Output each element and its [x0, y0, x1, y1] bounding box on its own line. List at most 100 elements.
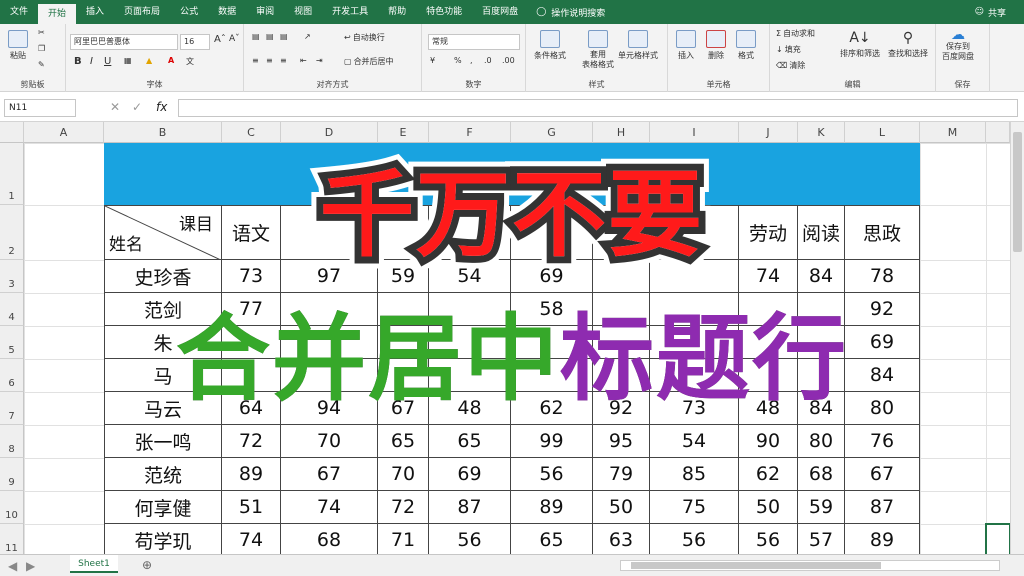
horizontal-scroll-thumb[interactable]: [631, 562, 881, 569]
tab-4[interactable]: 公式: [170, 0, 208, 24]
fill-button[interactable]: ↓ 填充: [776, 44, 801, 55]
score-cell[interactable]: 56: [739, 524, 798, 554]
sheet-tab[interactable]: Sheet1: [70, 555, 118, 573]
format-painter-icon[interactable]: ✎: [38, 60, 45, 69]
tell-me-search[interactable]: ◯ 操作说明搜索: [536, 6, 605, 19]
add-sheet-icon[interactable]: ⊕: [142, 558, 152, 572]
column-header[interactable]: J: [739, 122, 798, 143]
conditional-format-button[interactable]: 条件格式: [534, 30, 566, 61]
score-cell[interactable]: 56: [650, 524, 739, 554]
copy-icon[interactable]: ❐: [38, 44, 45, 53]
column-header[interactable]: M: [920, 122, 986, 143]
score-cell[interactable]: 72: [222, 425, 281, 458]
italic-button[interactable]: I: [90, 56, 93, 67]
number-format-select[interactable]: 常规: [428, 34, 520, 50]
score-cell[interactable]: 79: [593, 458, 650, 491]
increase-indent-icon[interactable]: ⇥: [316, 56, 323, 65]
align-bottom-icon[interactable]: ▤: [280, 32, 288, 41]
score-cell[interactable]: 87: [845, 491, 920, 524]
autosum-button[interactable]: Σ 自动求和: [776, 28, 815, 39]
name-cell[interactable]: 何享健: [104, 491, 222, 524]
column-header[interactable]: F: [429, 122, 511, 143]
active-cell-n11[interactable]: [985, 523, 1010, 554]
confirm-icon[interactable]: ✓: [132, 100, 142, 114]
underline-button[interactable]: U: [104, 56, 111, 67]
shrink-font-icon[interactable]: Aˇ: [229, 34, 240, 44]
fill-color-icon[interactable]: ▲: [146, 56, 152, 65]
font-name-select[interactable]: 阿里巴巴普惠体: [70, 34, 178, 50]
column-header[interactable]: K: [798, 122, 845, 143]
bold-button[interactable]: B: [74, 56, 82, 67]
score-cell[interactable]: 50: [593, 491, 650, 524]
save-baidu-button[interactable]: ☁ 保存到 百度网盘: [942, 28, 974, 62]
score-cell[interactable]: 89: [845, 524, 920, 554]
find-select-button[interactable]: ⚲ 查找和选择: [888, 30, 928, 59]
decrease-decimal-icon[interactable]: .00: [502, 56, 515, 65]
font-size-select[interactable]: 16: [180, 34, 210, 50]
column-header[interactable]: B: [104, 122, 222, 143]
score-cell[interactable]: 90: [739, 425, 798, 458]
delete-cells-button[interactable]: 删除: [706, 30, 726, 61]
tab-11[interactable]: 百度网盘: [472, 0, 528, 24]
score-cell[interactable]: 70: [281, 425, 378, 458]
column-header[interactable]: H: [593, 122, 650, 143]
tab-0[interactable]: 文件: [0, 0, 38, 24]
name-cell[interactable]: 张一鸣: [104, 425, 222, 458]
tab-2[interactable]: 插入: [76, 0, 114, 24]
cell-styles-button[interactable]: 单元格样式: [618, 30, 658, 61]
score-cell[interactable]: 68: [798, 458, 845, 491]
tab-3[interactable]: 页面布局: [114, 0, 170, 24]
score-cell[interactable]: 89: [222, 458, 281, 491]
cancel-icon[interactable]: ✕: [110, 100, 120, 114]
score-cell[interactable]: 89: [511, 491, 593, 524]
column-header[interactable]: G: [511, 122, 593, 143]
orientation-icon[interactable]: ↗: [304, 32, 311, 41]
paste-button[interactable]: 粘贴: [8, 30, 28, 61]
tab-7[interactable]: 视图: [284, 0, 322, 24]
score-cell[interactable]: 74: [281, 491, 378, 524]
insert-cells-button[interactable]: 插入: [676, 30, 696, 61]
clear-button[interactable]: ⌫ 清除: [776, 60, 805, 71]
score-cell[interactable]: 99: [511, 425, 593, 458]
format-as-table-button[interactable]: 套用 表格格式: [582, 30, 614, 70]
score-cell[interactable]: 68: [281, 524, 378, 554]
column-header[interactable]: E: [378, 122, 429, 143]
score-cell[interactable]: 56: [429, 524, 511, 554]
score-cell[interactable]: 70: [378, 458, 429, 491]
comma-icon[interactable]: ,: [470, 56, 473, 65]
tab-6[interactable]: 审阅: [246, 0, 284, 24]
wrap-text-button[interactable]: ↩ 自动换行: [344, 32, 385, 43]
column-header[interactable]: I: [650, 122, 739, 143]
align-top-icon[interactable]: ▤: [252, 32, 260, 41]
name-cell[interactable]: 范统: [104, 458, 222, 491]
column-header-next[interactable]: [986, 122, 1010, 143]
next-sheet-icon[interactable]: ▶: [26, 559, 35, 573]
row-header[interactable]: 11: [0, 524, 24, 554]
tab-5[interactable]: 数据: [208, 0, 246, 24]
score-cell[interactable]: 72: [378, 491, 429, 524]
phonetic-icon[interactable]: 文: [186, 56, 194, 67]
column-header[interactable]: C: [222, 122, 281, 143]
cut-icon[interactable]: ✂: [38, 28, 45, 37]
score-cell[interactable]: 75: [650, 491, 739, 524]
horizontal-scrollbar[interactable]: [620, 560, 1000, 571]
score-cell[interactable]: 74: [222, 524, 281, 554]
score-cell[interactable]: 57: [798, 524, 845, 554]
border-icon[interactable]: ▦: [124, 56, 132, 65]
tab-10[interactable]: 特色功能: [416, 0, 472, 24]
column-header[interactable]: A: [24, 122, 104, 143]
format-cells-button[interactable]: 格式: [736, 30, 756, 61]
score-cell[interactable]: 69: [429, 458, 511, 491]
score-cell[interactable]: 62: [739, 458, 798, 491]
score-cell[interactable]: 56: [511, 458, 593, 491]
score-cell[interactable]: 65: [378, 425, 429, 458]
score-cell[interactable]: 51: [222, 491, 281, 524]
tab-9[interactable]: 帮助: [378, 0, 416, 24]
score-cell[interactable]: 59: [798, 491, 845, 524]
fx-icon[interactable]: fx: [156, 100, 167, 114]
align-middle-icon[interactable]: ▤: [266, 32, 274, 41]
decrease-indent-icon[interactable]: ⇤: [300, 56, 307, 65]
share-button[interactable]: ☺ 共享: [975, 0, 1006, 24]
align-left-icon[interactable]: ≡: [252, 56, 259, 65]
currency-icon[interactable]: ¥: [430, 56, 435, 65]
